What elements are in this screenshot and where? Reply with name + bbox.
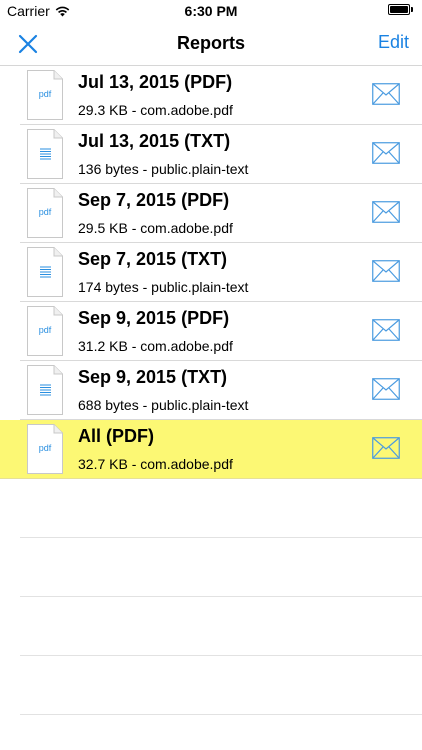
pdf-file-icon: pdf bbox=[27, 306, 63, 356]
report-title: Sep 7, 2015 (PDF) bbox=[78, 190, 230, 210]
mail-icon bbox=[372, 319, 400, 341]
report-row[interactable]: Sep 7, 2015 (TXT) 174 bytes - public.pla… bbox=[20, 243, 422, 302]
status-time: 6:30 PM bbox=[184, 3, 238, 19]
report-row[interactable]: pdf Sep 9, 2015 (PDF) 31.2 KB - com.adob… bbox=[20, 302, 422, 361]
report-subtitle: 29.5 KB - com.adobe.pdf bbox=[78, 220, 233, 236]
status-bar: Carrier 6:30 PM bbox=[0, 0, 422, 22]
mail-icon bbox=[372, 142, 400, 164]
empty-row bbox=[20, 656, 422, 715]
pdf-file-icon: pdf bbox=[27, 188, 63, 238]
report-title: Jul 13, 2015 (PDF) bbox=[78, 72, 233, 92]
text-file-icon bbox=[27, 365, 63, 415]
report-subtitle: 31.2 KB - com.adobe.pdf bbox=[78, 338, 233, 354]
report-row[interactable]: pdf All (PDF) 32.7 KB - com.adobe.pdf bbox=[0, 420, 422, 479]
report-title: Sep 7, 2015 (TXT) bbox=[78, 249, 228, 269]
mail-icon bbox=[372, 201, 400, 223]
battery-icon bbox=[388, 4, 414, 16]
text-file-icon bbox=[27, 129, 63, 179]
report-title: Jul 13, 2015 (TXT) bbox=[78, 131, 231, 151]
mail-button[interactable] bbox=[372, 142, 400, 164]
mail-button[interactable] bbox=[372, 201, 400, 223]
report-title: Sep 9, 2015 (TXT) bbox=[78, 367, 228, 387]
report-row[interactable]: pdf Sep 7, 2015 (PDF) 29.5 KB - com.adob… bbox=[20, 184, 422, 243]
report-subtitle: 32.7 KB - com.adobe.pdf bbox=[78, 456, 233, 472]
report-row[interactable]: Jul 13, 2015 (TXT) 136 bytes - public.pl… bbox=[20, 125, 422, 184]
report-title: Sep 9, 2015 (PDF) bbox=[78, 308, 230, 328]
mail-button[interactable] bbox=[372, 83, 400, 105]
mail-button[interactable] bbox=[372, 319, 400, 341]
mail-button[interactable] bbox=[372, 378, 400, 400]
pdf-file-icon-label: pdf bbox=[39, 443, 52, 453]
mail-button[interactable] bbox=[372, 437, 400, 459]
mail-icon bbox=[372, 83, 400, 105]
report-subtitle: 136 bytes - public.plain-text bbox=[78, 161, 249, 177]
report-row[interactable]: pdf Jul 13, 2015 (PDF) 29.3 KB - com.ado… bbox=[20, 66, 422, 125]
mail-icon bbox=[372, 437, 400, 459]
edit-button[interactable]: Edit bbox=[378, 32, 409, 53]
pdf-file-icon: pdf bbox=[27, 70, 63, 120]
report-list: pdf Jul 13, 2015 (PDF) 29.3 KB - com.ado… bbox=[0, 66, 422, 715]
pdf-file-icon-label: pdf bbox=[39, 325, 52, 335]
report-title: All (PDF) bbox=[78, 426, 154, 446]
report-subtitle: 174 bytes - public.plain-text bbox=[78, 279, 249, 295]
empty-row bbox=[20, 479, 422, 538]
navigation-bar: Reports Edit bbox=[0, 22, 422, 66]
pdf-file-icon: pdf bbox=[27, 424, 63, 474]
report-subtitle: 688 bytes - public.plain-text bbox=[78, 397, 249, 413]
mail-button[interactable] bbox=[372, 260, 400, 282]
report-subtitle: 29.3 KB - com.adobe.pdf bbox=[78, 102, 233, 118]
report-row[interactable]: Sep 9, 2015 (TXT) 688 bytes - public.pla… bbox=[20, 361, 422, 420]
mail-icon bbox=[372, 378, 400, 400]
pdf-file-icon-label: pdf bbox=[39, 207, 52, 217]
text-file-icon bbox=[27, 247, 63, 297]
pdf-file-icon-label: pdf bbox=[39, 89, 52, 99]
mail-icon bbox=[372, 260, 400, 282]
empty-row bbox=[20, 597, 422, 656]
page-title: Reports bbox=[176, 33, 245, 53]
empty-row bbox=[20, 538, 422, 597]
